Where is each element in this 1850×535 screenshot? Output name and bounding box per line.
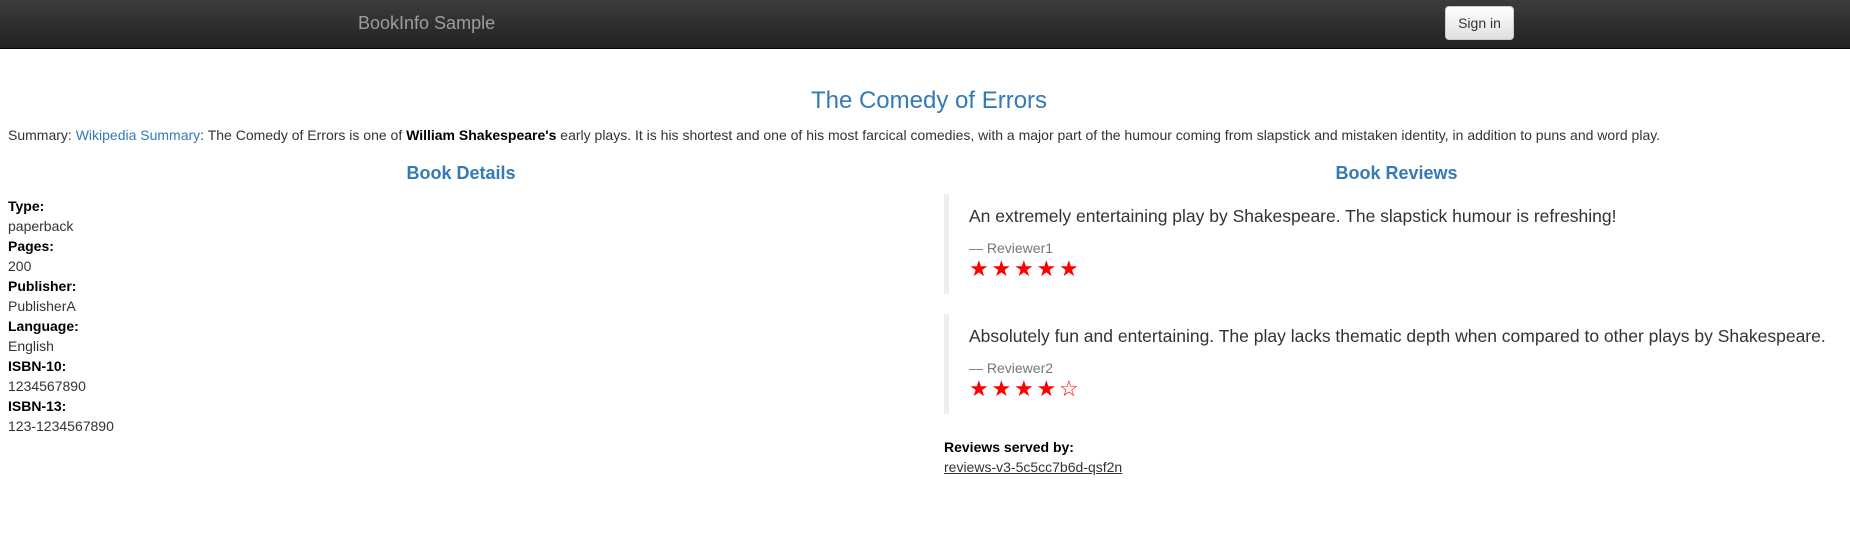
brand-link[interactable]: BookInfo Sample [358, 12, 495, 34]
detail-value-isbn13: 123-1234567890 [8, 418, 114, 434]
star-full-icon: ★ [1036, 376, 1057, 401]
book-details-list: Type: paperback Pages: 200 Publisher: Pu… [8, 196, 408, 436]
review-card: An extremely entertaining play by Shakes… [944, 194, 1844, 294]
detail-label-isbn13: ISBN-13: [8, 398, 67, 414]
star-full-icon: ★ [1059, 256, 1079, 281]
book-title: The Comedy of Errors [810, 87, 1048, 114]
book-reviews-heading: Book Reviews [1335, 163, 1458, 183]
summary-label: Summary: [8, 127, 76, 143]
star-full-icon: ★ [1014, 376, 1034, 401]
book-details-heading: Book Details [406, 163, 516, 183]
review-text: An extremely entertaining play by Shakes… [969, 206, 1617, 226]
review-author: — Reviewer1 [969, 240, 1054, 256]
detail-value-language: English [8, 338, 54, 354]
star-empty-icon: ☆ [1059, 376, 1079, 401]
book-summary: Summary: Wikipedia Summary: The Comedy o… [8, 125, 1848, 145]
review-card: Absolutely fun and entertaining. The pla… [944, 314, 1844, 414]
detail-value-isbn10: 1234567890 [8, 378, 86, 394]
star-full-icon: ★ [991, 376, 1012, 401]
review-author: — Reviewer2 [969, 360, 1054, 376]
reviews-served-by: Reviews served by: reviews-v3-5c5cc7b6d-… [944, 437, 1122, 477]
sign-in-button[interactable]: Sign in [1445, 6, 1514, 40]
star-full-icon: ★ [1036, 256, 1057, 281]
detail-value-publisher: PublisherA [8, 298, 76, 314]
detail-label-publisher: Publisher: [8, 278, 77, 294]
star-full-icon: ★ [969, 256, 989, 281]
star-full-icon: ★ [1014, 256, 1034, 281]
review-text: Absolutely fun and entertaining. The pla… [969, 326, 1826, 346]
served-by-pod-link[interactable]: reviews-v3-5c5cc7b6d-qsf2n [944, 459, 1122, 475]
star-rating: ★ ★ ★ ★ ☆ [969, 378, 1844, 400]
detail-label-type: Type: [8, 198, 45, 214]
detail-value-pages: 200 [8, 258, 32, 274]
star-full-icon: ★ [991, 256, 1012, 281]
summary-text-2: early plays. It is his shortest and one … [556, 127, 1661, 143]
top-navbar: BookInfo Sample Sign in [0, 0, 1850, 49]
summary-author: William Shakespeare's [406, 127, 557, 143]
detail-label-isbn10: ISBN-10: [8, 358, 67, 374]
detail-label-language: Language: [8, 318, 79, 334]
wikipedia-summary-link[interactable]: Wikipedia Summary [76, 127, 200, 143]
star-full-icon: ★ [969, 376, 989, 401]
star-rating: ★ ★ ★ ★ ★ [969, 258, 1844, 280]
detail-value-type: paperback [8, 218, 74, 234]
summary-text-1: : The Comedy of Errors is one of [200, 127, 407, 143]
served-by-label: Reviews served by: [944, 439, 1074, 455]
detail-label-pages: Pages: [8, 238, 54, 254]
